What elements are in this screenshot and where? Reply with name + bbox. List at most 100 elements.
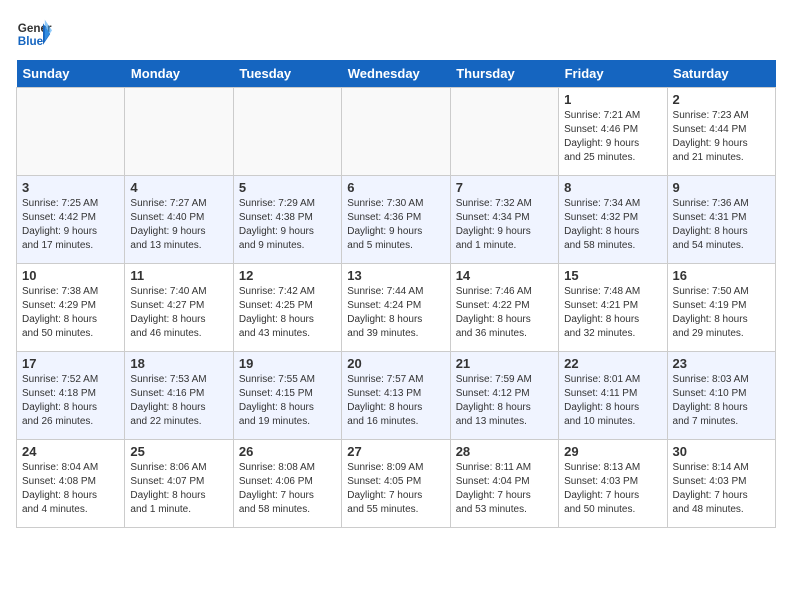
calendar-cell: 27 Sunrise: 8:09 AM Sunset: 4:05 PM Dayli… (342, 440, 450, 528)
day-info: Sunrise: 7:46 AM Sunset: 4:22 PM Dayligh… (456, 285, 553, 341)
calendar-cell: 26Sunrise: 8:08 AM Sunset: 4:06 PM Dayli… (233, 440, 341, 528)
header-sunday: Sunday (17, 60, 125, 88)
calendar-cell: 11 Sunrise: 7:40 AM Sunset: 4:27 PM Dayli… (125, 264, 233, 352)
day-info: Sunrise: 7:29 AM Sunset: 4:38 PM Dayligh… (239, 197, 336, 253)
calendar-cell: 14 Sunrise: 7:46 AM Sunset: 4:22 PM Dayli… (450, 264, 558, 352)
day-number: 3 (22, 180, 119, 195)
calendar-cell: 18 Sunrise: 7:53 AM Sunset: 4:16 PM Dayli… (125, 352, 233, 440)
day-number: 9 (673, 180, 770, 195)
calendar-cell: 21 Sunrise: 7:59 AM Sunset: 4:12 PM Dayli… (450, 352, 558, 440)
calendar-cell: 16 Sunrise: 7:50 AM Sunset: 4:19 PM Dayli… (667, 264, 775, 352)
day-info: Sunrise: 8:11 AM Sunset: 4:04 PM Dayligh… (456, 461, 553, 517)
calendar-cell: 15 Sunrise: 7:48 AM Sunset: 4:21 PM Dayli… (559, 264, 667, 352)
logo: General Blue (16, 16, 52, 52)
day-number: 17 (22, 356, 119, 371)
calendar-week-4: 17 Sunrise: 7:52 AM Sunset: 4:18 PM Dayli… (17, 352, 776, 440)
day-number: 25 (130, 444, 227, 459)
day-info: Sunrise: 7:50 AM Sunset: 4:19 PM Dayligh… (673, 285, 770, 341)
day-info: Sunrise: 7:53 AM Sunset: 4:16 PM Dayligh… (130, 373, 227, 429)
calendar-cell (17, 88, 125, 176)
calendar-cell: 30 Sunrise: 8:14 AM Sunset: 4:03 PM Dayli… (667, 440, 775, 528)
day-number: 19 (239, 356, 336, 371)
calendar-cell: 28Sunrise: 8:11 AM Sunset: 4:04 PM Dayli… (450, 440, 558, 528)
calendar-cell: 10Sunrise: 7:38 AM Sunset: 4:29 PM Dayli… (17, 264, 125, 352)
day-number: 30 (673, 444, 770, 459)
day-info: Sunrise: 8:04 AM Sunset: 4:08 PM Dayligh… (22, 461, 119, 517)
day-number: 23 (673, 356, 770, 371)
logo-icon: General Blue (16, 16, 52, 52)
calendar-week-5: 24 Sunrise: 8:04 AM Sunset: 4:08 PM Dayli… (17, 440, 776, 528)
calendar-cell (342, 88, 450, 176)
day-info: Sunrise: 7:48 AM Sunset: 4:21 PM Dayligh… (564, 285, 661, 341)
day-info: Sunrise: 8:06 AM Sunset: 4:07 PM Dayligh… (130, 461, 227, 517)
calendar-cell: 29Sunrise: 8:13 AM Sunset: 4:03 PM Dayli… (559, 440, 667, 528)
day-info: Sunrise: 8:01 AM Sunset: 4:11 PM Dayligh… (564, 373, 661, 429)
calendar-week-1: 1 Sunrise: 7:21 AM Sunset: 4:46 PM Daylig… (17, 88, 776, 176)
day-info: Sunrise: 7:32 AM Sunset: 4:34 PM Dayligh… (456, 197, 553, 253)
day-number: 29 (564, 444, 661, 459)
calendar-cell: 6 Sunrise: 7:30 AM Sunset: 4:36 PM Daylig… (342, 176, 450, 264)
day-info: Sunrise: 7:30 AM Sunset: 4:36 PM Dayligh… (347, 197, 444, 253)
calendar-cell: 22 Sunrise: 8:01 AM Sunset: 4:11 PM Dayli… (559, 352, 667, 440)
calendar-cell: 17 Sunrise: 7:52 AM Sunset: 4:18 PM Dayli… (17, 352, 125, 440)
calendar-table: SundayMondayTuesdayWednesdayThursdayFrid… (16, 60, 776, 528)
day-info: Sunrise: 7:42 AM Sunset: 4:25 PM Dayligh… (239, 285, 336, 341)
day-info: Sunrise: 7:21 AM Sunset: 4:46 PM Dayligh… (564, 109, 661, 165)
header-monday: Monday (125, 60, 233, 88)
day-number: 21 (456, 356, 553, 371)
calendar-cell: 13 Sunrise: 7:44 AM Sunset: 4:24 PM Dayli… (342, 264, 450, 352)
day-number: 11 (130, 268, 227, 283)
day-number: 8 (564, 180, 661, 195)
day-info: Sunrise: 8:09 AM Sunset: 4:05 PM Dayligh… (347, 461, 444, 517)
day-info: Sunrise: 8:03 AM Sunset: 4:10 PM Dayligh… (673, 373, 770, 429)
calendar-week-3: 10Sunrise: 7:38 AM Sunset: 4:29 PM Dayli… (17, 264, 776, 352)
header-friday: Friday (559, 60, 667, 88)
header-saturday: Saturday (667, 60, 775, 88)
day-number: 13 (347, 268, 444, 283)
day-info: Sunrise: 7:34 AM Sunset: 4:32 PM Dayligh… (564, 197, 661, 253)
svg-text:Blue: Blue (18, 35, 44, 48)
calendar-cell (450, 88, 558, 176)
day-info: Sunrise: 7:57 AM Sunset: 4:13 PM Dayligh… (347, 373, 444, 429)
day-info: Sunrise: 7:23 AM Sunset: 4:44 PM Dayligh… (673, 109, 770, 165)
day-info: Sunrise: 7:36 AM Sunset: 4:31 PM Dayligh… (673, 197, 770, 253)
day-info: Sunrise: 7:27 AM Sunset: 4:40 PM Dayligh… (130, 197, 227, 253)
day-info: Sunrise: 8:14 AM Sunset: 4:03 PM Dayligh… (673, 461, 770, 517)
calendar-cell: 4 Sunrise: 7:27 AM Sunset: 4:40 PM Daylig… (125, 176, 233, 264)
day-number: 4 (130, 180, 227, 195)
calendar-cell: 25 Sunrise: 8:06 AM Sunset: 4:07 PM Dayli… (125, 440, 233, 528)
day-number: 7 (456, 180, 553, 195)
calendar-cell: 2 Sunrise: 7:23 AM Sunset: 4:44 PM Daylig… (667, 88, 775, 176)
header-wednesday: Wednesday (342, 60, 450, 88)
calendar-cell: 3 Sunrise: 7:25 AM Sunset: 4:42 PM Daylig… (17, 176, 125, 264)
day-number: 6 (347, 180, 444, 195)
day-number: 2 (673, 92, 770, 107)
day-number: 20 (347, 356, 444, 371)
calendar-cell: 8 Sunrise: 7:34 AM Sunset: 4:32 PM Daylig… (559, 176, 667, 264)
header-thursday: Thursday (450, 60, 558, 88)
day-info: Sunrise: 7:44 AM Sunset: 4:24 PM Dayligh… (347, 285, 444, 341)
day-number: 26 (239, 444, 336, 459)
day-number: 24 (22, 444, 119, 459)
day-info: Sunrise: 7:25 AM Sunset: 4:42 PM Dayligh… (22, 197, 119, 253)
day-info: Sunrise: 7:52 AM Sunset: 4:18 PM Dayligh… (22, 373, 119, 429)
day-number: 22 (564, 356, 661, 371)
day-number: 12 (239, 268, 336, 283)
day-info: Sunrise: 7:38 AM Sunset: 4:29 PM Dayligh… (22, 285, 119, 341)
calendar-cell: 7 Sunrise: 7:32 AM Sunset: 4:34 PM Daylig… (450, 176, 558, 264)
day-number: 15 (564, 268, 661, 283)
header-tuesday: Tuesday (233, 60, 341, 88)
calendar-cell (233, 88, 341, 176)
calendar-week-2: 3 Sunrise: 7:25 AM Sunset: 4:42 PM Daylig… (17, 176, 776, 264)
calendar-cell: 9 Sunrise: 7:36 AM Sunset: 4:31 PM Daylig… (667, 176, 775, 264)
day-number: 14 (456, 268, 553, 283)
calendar-cell: 24 Sunrise: 8:04 AM Sunset: 4:08 PM Dayli… (17, 440, 125, 528)
day-info: Sunrise: 7:40 AM Sunset: 4:27 PM Dayligh… (130, 285, 227, 341)
day-number: 16 (673, 268, 770, 283)
day-number: 27 (347, 444, 444, 459)
header: General Blue (16, 16, 776, 52)
calendar-cell (125, 88, 233, 176)
day-number: 1 (564, 92, 661, 107)
day-info: Sunrise: 7:59 AM Sunset: 4:12 PM Dayligh… (456, 373, 553, 429)
day-number: 18 (130, 356, 227, 371)
